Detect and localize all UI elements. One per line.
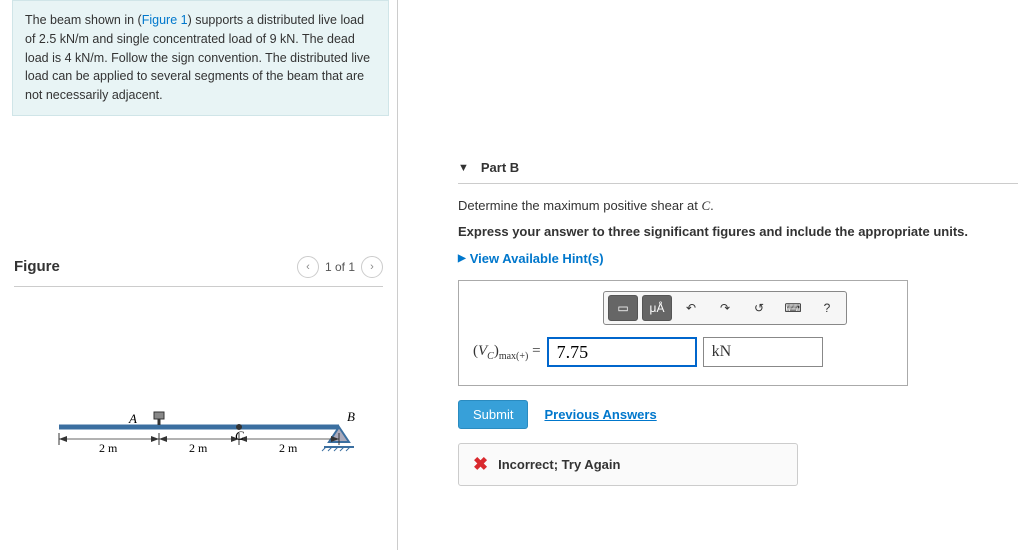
dim-3: 2 m (279, 441, 298, 455)
feedback-box: ✖ Incorrect; Try Again (458, 443, 798, 486)
keyboard-button[interactable]: ⌨ (778, 295, 808, 321)
reset-button[interactable]: ↺ (744, 295, 774, 321)
submit-button[interactable]: Submit (458, 400, 528, 429)
part-header[interactable]: ▼ Part B (458, 160, 1024, 175)
left-panel: The beam shown in (Figure 1) supports a … (0, 0, 398, 550)
beam-diagram: A C B 2 m 2 m 2 m (14, 397, 383, 477)
collapse-icon: ▼ (458, 162, 469, 174)
help-icon: ? (824, 301, 831, 315)
view-hints-link[interactable]: ▶ View Available Hint(s) (458, 251, 1018, 266)
figure-next-button[interactable]: › (361, 256, 383, 278)
feedback-text: Incorrect; Try Again (498, 457, 620, 472)
label-C: C (235, 428, 244, 443)
incorrect-icon: ✖ (473, 454, 488, 475)
problem-text-prefix: The beam shown in ( (25, 13, 142, 27)
keyboard-icon: ⌨ (784, 301, 801, 315)
label-A: A (128, 411, 137, 426)
triangle-right-icon: ▶ (458, 253, 466, 264)
figure-nav: ‹ 1 of 1 › (297, 256, 383, 278)
units-icon: μÅ (650, 301, 665, 315)
figure-prev-button[interactable]: ‹ (297, 256, 319, 278)
right-panel: ▼ Part B Determine the maximum positive … (398, 0, 1024, 550)
undo-button[interactable]: ↶ (676, 295, 706, 321)
previous-answers-link[interactable]: Previous Answers (544, 407, 656, 422)
undo-icon: ↶ (686, 301, 696, 315)
template-icon: ▭ (617, 301, 628, 315)
figure-section: Figure ‹ 1 of 1 › (0, 256, 397, 477)
answer-toolbar: ▭ μÅ ↶ ↷ ↺ ⌨ ? (603, 291, 847, 325)
part-label: Part B (481, 160, 519, 175)
dim-1: 2 m (99, 441, 118, 455)
dim-2: 2 m (189, 441, 208, 455)
answer-instruction: Express your answer to three significant… (458, 224, 1018, 239)
question-text: Determine the maximum positive shear at … (458, 198, 1018, 214)
redo-button[interactable]: ↷ (710, 295, 740, 321)
figure-link[interactable]: Figure 1 (142, 13, 188, 27)
problem-statement: The beam shown in (Figure 1) supports a … (12, 0, 389, 116)
answer-area: ▭ μÅ ↶ ↷ ↺ ⌨ ? (VC)max(+) = kN (458, 280, 908, 386)
figure-header: Figure ‹ 1 of 1 › (14, 256, 383, 287)
units-button[interactable]: μÅ (642, 295, 672, 321)
answer-row: (VC)max(+) = kN (473, 337, 893, 367)
part-body: Determine the maximum positive shear at … (458, 183, 1018, 486)
label-B: B (347, 409, 355, 424)
submit-row: Submit Previous Answers (458, 400, 1018, 429)
value-input[interactable] (547, 337, 697, 367)
variable-label: (VC)max(+) = (473, 343, 541, 362)
reset-icon: ↺ (754, 301, 764, 315)
template-button[interactable]: ▭ (608, 295, 638, 321)
help-button[interactable]: ? (812, 295, 842, 321)
figure-title: Figure (14, 258, 60, 275)
hints-label: View Available Hint(s) (470, 251, 604, 266)
figure-counter: 1 of 1 (325, 260, 355, 274)
redo-icon: ↷ (720, 301, 730, 315)
unit-input[interactable]: kN (703, 337, 823, 367)
